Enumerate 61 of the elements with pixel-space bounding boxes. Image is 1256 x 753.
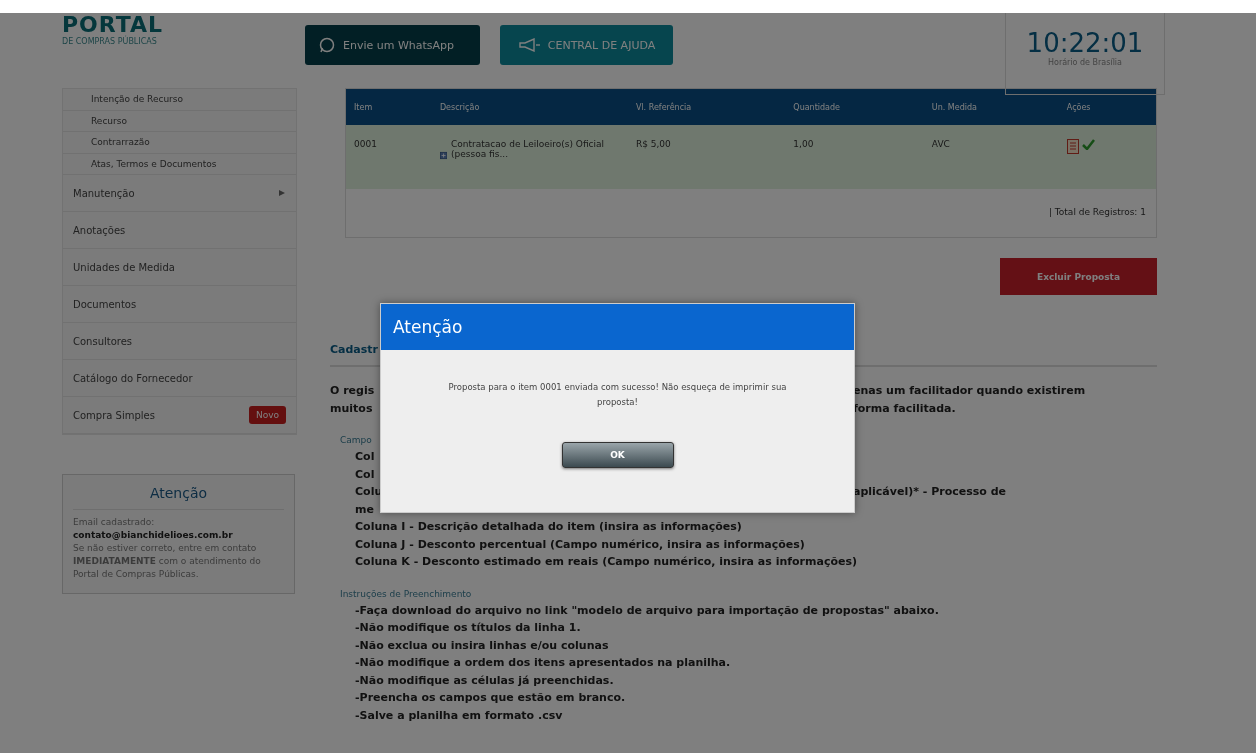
- new-badge: Novo: [248, 406, 286, 424]
- megaphone-icon: [517, 38, 540, 52]
- subsection-title: Instruções de Preenchimento: [340, 588, 473, 599]
- dialog-title: Atenção: [393, 317, 463, 337]
- text-line: -Faça download do arquivo no link "modelo de arquivo para importação de propostas" abaixo.: [355, 603, 939, 617]
- text-line: Coluna I - Descrição detalhada do item (insira as informações): [355, 520, 742, 533]
- submenu-item[interactable]: Recurso: [63, 110, 296, 132]
- delete-proposal-button[interactable]: Excluir Proposta: [1000, 258, 1157, 295]
- menu-item[interactable]: Consultores: [63, 323, 296, 360]
- text-line: me: [355, 502, 374, 516]
- menu-item[interactable]: Catálogo do Fornecedor: [63, 360, 296, 397]
- column-header: Un. Medida: [923, 89, 1059, 125]
- text-line: -Salve a planilha em formato .csv: [355, 708, 563, 722]
- column-header: Quantidade: [785, 89, 924, 125]
- notice-email: contato@bianchidelioes.com.br: [73, 529, 234, 542]
- table-cell: 1,00: [785, 125, 924, 189]
- document-icon[interactable]: [1066, 139, 1079, 154]
- logo-title: PORTAL: [62, 13, 165, 37]
- column-header: Item: [346, 89, 432, 125]
- text-line: -Não modifique as células já preenchidas.: [355, 673, 614, 687]
- text-line: Col: [355, 467, 375, 481]
- ok-button[interactable]: OK: [561, 442, 674, 468]
- logo-subtitle: DE COMPRAS PÚBLICAS: [62, 37, 158, 46]
- text-line: Coluna J - Desconto percentual (Campo numérico, insira as informações): [355, 537, 805, 551]
- text-line: muitos: [330, 401, 373, 415]
- submenu-item[interactable]: Contrarrazão: [63, 132, 296, 154]
- menu-item[interactable]: Unidades de Medida: [63, 249, 296, 286]
- column-header: Descrição: [431, 89, 628, 125]
- text-line: aplicável)* - Processo de: [853, 485, 1007, 498]
- table-cell: AVC: [923, 125, 1059, 189]
- clock-time: 10:22:01: [1026, 28, 1144, 58]
- expand-icon[interactable]: [439, 151, 448, 160]
- menu-item[interactable]: Anotações: [63, 212, 296, 249]
- column-header: Vl. Referência: [627, 89, 786, 125]
- chevron-icon: [278, 189, 286, 197]
- whatsapp-button[interactable]: Envie um WhatsApp: [305, 25, 480, 65]
- text-line: O regis: [330, 384, 375, 397]
- column-header: Ações: [1058, 89, 1156, 125]
- chat-bubble-icon: [319, 37, 335, 53]
- subsection-title: Campo: [340, 435, 373, 445]
- text-line: -Preencha os campos que estão em branco.: [355, 691, 626, 704]
- menu-item[interactable]: Manutenção: [63, 175, 296, 212]
- text-line: Coluna K - Desconto estimado em reais (Campo numérico, insira as informações): [355, 555, 858, 568]
- table-cell-text: Contratacao de Leiloeiro(s) Oficial (pessoa fis...: [451, 139, 606, 160]
- check-icon[interactable]: [1081, 139, 1095, 150]
- submenu-item[interactable]: Intenção de Recurso: [63, 89, 296, 111]
- table-cell: R$ 5,00: [627, 125, 786, 189]
- menu-item[interactable]: Documentos: [63, 286, 296, 323]
- notice-title: Atenção: [73, 485, 284, 510]
- table-cell: 0001: [346, 125, 432, 189]
- text-line: -Não modifique a ordem dos itens apresentados na planilha.: [355, 656, 731, 669]
- submenu-item[interactable]: Atas, Termos e Documentos: [63, 153, 296, 175]
- text-line: -Não modifique os títulos da linha 1.: [355, 621, 581, 634]
- menu-item[interactable]: Compra Simples Novo: [63, 397, 296, 434]
- dialog-message: Proposta para o item 0001 enviada com sucesso! Não esqueça de imprimir sua proposta!: [447, 381, 788, 409]
- notice-label: Email cadastrado:: [73, 516, 156, 529]
- help-button[interactable]: CENTRAL DE AJUDA: [500, 25, 673, 65]
- text-line: Col: [355, 450, 375, 463]
- text-line: -Não exclua ou insira linhas e/ou colunas: [355, 638, 609, 652]
- record-count: | Total de Registros: 1: [1047, 206, 1147, 219]
- text-line: enas um facilitador quando existirem: [853, 384, 1086, 397]
